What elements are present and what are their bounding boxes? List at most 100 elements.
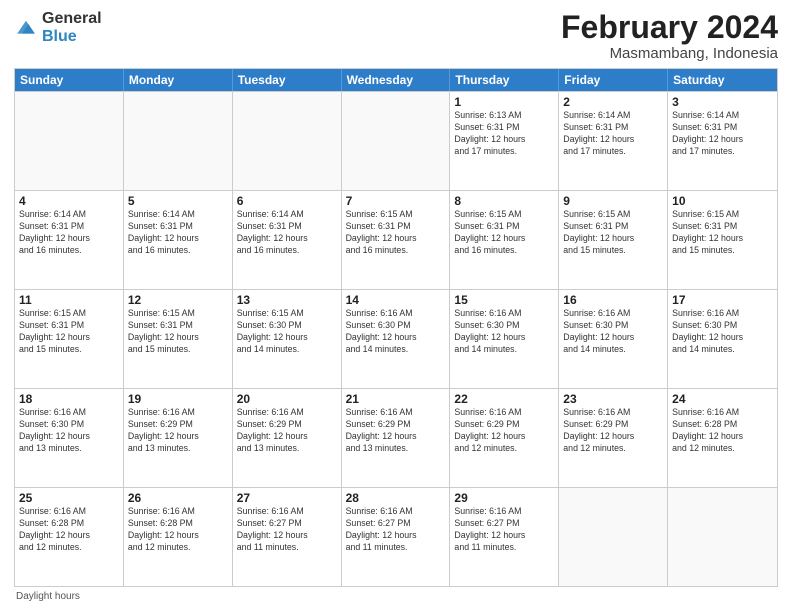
day-number: 19 bbox=[128, 392, 228, 406]
cal-cell-26: 26Sunrise: 6:16 AM Sunset: 6:28 PM Dayli… bbox=[124, 488, 233, 586]
cal-cell-12: 12Sunrise: 6:15 AM Sunset: 6:31 PM Dayli… bbox=[124, 290, 233, 388]
logo: General Blue bbox=[14, 10, 102, 45]
cal-cell-11: 11Sunrise: 6:15 AM Sunset: 6:31 PM Dayli… bbox=[15, 290, 124, 388]
day-info: Sunrise: 6:16 AM Sunset: 6:29 PM Dayligh… bbox=[128, 407, 228, 455]
day-info: Sunrise: 6:14 AM Sunset: 6:31 PM Dayligh… bbox=[19, 209, 119, 257]
cal-cell-24: 24Sunrise: 6:16 AM Sunset: 6:28 PM Dayli… bbox=[668, 389, 777, 487]
day-info: Sunrise: 6:14 AM Sunset: 6:31 PM Dayligh… bbox=[237, 209, 337, 257]
cal-header-cell-tuesday: Tuesday bbox=[233, 69, 342, 91]
page: General Blue February 2024 Masmambang, I… bbox=[0, 0, 792, 612]
cal-row-4: 25Sunrise: 6:16 AM Sunset: 6:28 PM Dayli… bbox=[15, 487, 777, 586]
day-info: Sunrise: 6:16 AM Sunset: 6:30 PM Dayligh… bbox=[19, 407, 119, 455]
day-number: 2 bbox=[563, 95, 663, 109]
cal-cell-17: 17Sunrise: 6:16 AM Sunset: 6:30 PM Dayli… bbox=[668, 290, 777, 388]
cal-cell-empty-0-0 bbox=[15, 92, 124, 190]
cal-cell-empty-4-6 bbox=[668, 488, 777, 586]
day-info: Sunrise: 6:16 AM Sunset: 6:30 PM Dayligh… bbox=[454, 308, 554, 356]
day-number: 25 bbox=[19, 491, 119, 505]
day-info: Sunrise: 6:13 AM Sunset: 6:31 PM Dayligh… bbox=[454, 110, 554, 158]
cal-cell-5: 5Sunrise: 6:14 AM Sunset: 6:31 PM Daylig… bbox=[124, 191, 233, 289]
day-info: Sunrise: 6:15 AM Sunset: 6:31 PM Dayligh… bbox=[128, 308, 228, 356]
cal-row-0: 1Sunrise: 6:13 AM Sunset: 6:31 PM Daylig… bbox=[15, 91, 777, 190]
day-number: 20 bbox=[237, 392, 337, 406]
cal-header-cell-saturday: Saturday bbox=[668, 69, 777, 91]
cal-cell-10: 10Sunrise: 6:15 AM Sunset: 6:31 PM Dayli… bbox=[668, 191, 777, 289]
cal-cell-empty-0-3 bbox=[342, 92, 451, 190]
day-info: Sunrise: 6:16 AM Sunset: 6:29 PM Dayligh… bbox=[563, 407, 663, 455]
day-number: 16 bbox=[563, 293, 663, 307]
cal-cell-22: 22Sunrise: 6:16 AM Sunset: 6:29 PM Dayli… bbox=[450, 389, 559, 487]
day-info: Sunrise: 6:14 AM Sunset: 6:31 PM Dayligh… bbox=[563, 110, 663, 158]
day-number: 15 bbox=[454, 293, 554, 307]
day-number: 13 bbox=[237, 293, 337, 307]
title-block: February 2024 Masmambang, Indonesia bbox=[561, 10, 778, 62]
day-info: Sunrise: 6:16 AM Sunset: 6:29 PM Dayligh… bbox=[346, 407, 446, 455]
day-info: Sunrise: 6:16 AM Sunset: 6:27 PM Dayligh… bbox=[454, 506, 554, 554]
calendar-body: 1Sunrise: 6:13 AM Sunset: 6:31 PM Daylig… bbox=[15, 91, 777, 586]
main-title: February 2024 bbox=[561, 10, 778, 45]
cal-cell-13: 13Sunrise: 6:15 AM Sunset: 6:30 PM Dayli… bbox=[233, 290, 342, 388]
cal-cell-21: 21Sunrise: 6:16 AM Sunset: 6:29 PM Dayli… bbox=[342, 389, 451, 487]
cal-header-cell-wednesday: Wednesday bbox=[342, 69, 451, 91]
cal-cell-20: 20Sunrise: 6:16 AM Sunset: 6:29 PM Dayli… bbox=[233, 389, 342, 487]
day-info: Sunrise: 6:16 AM Sunset: 6:29 PM Dayligh… bbox=[454, 407, 554, 455]
cal-cell-3: 3Sunrise: 6:14 AM Sunset: 6:31 PM Daylig… bbox=[668, 92, 777, 190]
cal-cell-28: 28Sunrise: 6:16 AM Sunset: 6:27 PM Dayli… bbox=[342, 488, 451, 586]
cal-cell-empty-4-5 bbox=[559, 488, 668, 586]
cal-cell-29: 29Sunrise: 6:16 AM Sunset: 6:27 PM Dayli… bbox=[450, 488, 559, 586]
cal-cell-18: 18Sunrise: 6:16 AM Sunset: 6:30 PM Dayli… bbox=[15, 389, 124, 487]
cal-cell-9: 9Sunrise: 6:15 AM Sunset: 6:31 PM Daylig… bbox=[559, 191, 668, 289]
day-info: Sunrise: 6:16 AM Sunset: 6:30 PM Dayligh… bbox=[346, 308, 446, 356]
day-number: 10 bbox=[672, 194, 773, 208]
day-number: 1 bbox=[454, 95, 554, 109]
cal-cell-empty-0-2 bbox=[233, 92, 342, 190]
cal-cell-2: 2Sunrise: 6:14 AM Sunset: 6:31 PM Daylig… bbox=[559, 92, 668, 190]
logo-icon bbox=[14, 16, 38, 40]
cal-cell-8: 8Sunrise: 6:15 AM Sunset: 6:31 PM Daylig… bbox=[450, 191, 559, 289]
day-info: Sunrise: 6:16 AM Sunset: 6:30 PM Dayligh… bbox=[672, 308, 773, 356]
cal-cell-27: 27Sunrise: 6:16 AM Sunset: 6:27 PM Dayli… bbox=[233, 488, 342, 586]
cal-header-cell-monday: Monday bbox=[124, 69, 233, 91]
cal-header-cell-friday: Friday bbox=[559, 69, 668, 91]
header: General Blue February 2024 Masmambang, I… bbox=[14, 10, 778, 62]
day-number: 7 bbox=[346, 194, 446, 208]
day-number: 29 bbox=[454, 491, 554, 505]
calendar-header: SundayMondayTuesdayWednesdayThursdayFrid… bbox=[15, 69, 777, 91]
day-number: 9 bbox=[563, 194, 663, 208]
cal-cell-19: 19Sunrise: 6:16 AM Sunset: 6:29 PM Dayli… bbox=[124, 389, 233, 487]
day-number: 26 bbox=[128, 491, 228, 505]
day-info: Sunrise: 6:14 AM Sunset: 6:31 PM Dayligh… bbox=[672, 110, 773, 158]
day-number: 24 bbox=[672, 392, 773, 406]
day-info: Sunrise: 6:16 AM Sunset: 6:28 PM Dayligh… bbox=[19, 506, 119, 554]
day-number: 27 bbox=[237, 491, 337, 505]
day-info: Sunrise: 6:15 AM Sunset: 6:31 PM Dayligh… bbox=[454, 209, 554, 257]
day-number: 5 bbox=[128, 194, 228, 208]
cal-header-cell-sunday: Sunday bbox=[15, 69, 124, 91]
day-info: Sunrise: 6:15 AM Sunset: 6:31 PM Dayligh… bbox=[19, 308, 119, 356]
day-info: Sunrise: 6:16 AM Sunset: 6:30 PM Dayligh… bbox=[563, 308, 663, 356]
day-info: Sunrise: 6:14 AM Sunset: 6:31 PM Dayligh… bbox=[128, 209, 228, 257]
cal-cell-6: 6Sunrise: 6:14 AM Sunset: 6:31 PM Daylig… bbox=[233, 191, 342, 289]
logo-blue-text: Blue bbox=[42, 28, 102, 46]
subtitle: Masmambang, Indonesia bbox=[561, 45, 778, 62]
day-number: 12 bbox=[128, 293, 228, 307]
cal-cell-4: 4Sunrise: 6:14 AM Sunset: 6:31 PM Daylig… bbox=[15, 191, 124, 289]
logo-general-text: General bbox=[42, 10, 102, 28]
day-number: 22 bbox=[454, 392, 554, 406]
day-number: 4 bbox=[19, 194, 119, 208]
day-number: 8 bbox=[454, 194, 554, 208]
calendar: SundayMondayTuesdayWednesdayThursdayFrid… bbox=[14, 68, 778, 587]
cal-header-cell-thursday: Thursday bbox=[450, 69, 559, 91]
cal-cell-15: 15Sunrise: 6:16 AM Sunset: 6:30 PM Dayli… bbox=[450, 290, 559, 388]
day-info: Sunrise: 6:15 AM Sunset: 6:31 PM Dayligh… bbox=[563, 209, 663, 257]
day-info: Sunrise: 6:15 AM Sunset: 6:31 PM Dayligh… bbox=[672, 209, 773, 257]
cal-row-2: 11Sunrise: 6:15 AM Sunset: 6:31 PM Dayli… bbox=[15, 289, 777, 388]
day-info: Sunrise: 6:16 AM Sunset: 6:27 PM Dayligh… bbox=[237, 506, 337, 554]
cal-row-1: 4Sunrise: 6:14 AM Sunset: 6:31 PM Daylig… bbox=[15, 190, 777, 289]
logo-text: General Blue bbox=[42, 10, 102, 45]
cal-row-3: 18Sunrise: 6:16 AM Sunset: 6:30 PM Dayli… bbox=[15, 388, 777, 487]
cal-cell-16: 16Sunrise: 6:16 AM Sunset: 6:30 PM Dayli… bbox=[559, 290, 668, 388]
cal-cell-25: 25Sunrise: 6:16 AM Sunset: 6:28 PM Dayli… bbox=[15, 488, 124, 586]
day-number: 14 bbox=[346, 293, 446, 307]
cal-cell-empty-0-1 bbox=[124, 92, 233, 190]
